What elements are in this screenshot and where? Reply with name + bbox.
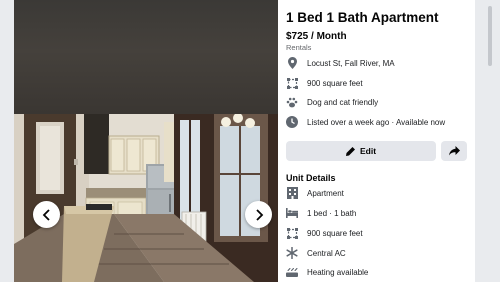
listing-category[interactable]: Rentals bbox=[286, 43, 311, 52]
listing-details-panel: 1 Bed 1 Bath Apartment $725 / Month Rent… bbox=[278, 0, 475, 282]
clock-icon bbox=[286, 116, 298, 128]
details-scrollbar[interactable] bbox=[488, 6, 492, 66]
photo-blurred-backdrop bbox=[14, 0, 278, 114]
listing-photo bbox=[14, 114, 278, 282]
pencil-icon bbox=[345, 146, 355, 156]
square-footage-text: 900 square feet bbox=[307, 78, 363, 88]
air-conditioning-row: Central AC bbox=[286, 246, 346, 260]
unit-square-footage-row: 900 square feet bbox=[286, 226, 363, 240]
previous-photo-button[interactable] bbox=[33, 201, 60, 228]
listing-price: $725 / Month bbox=[286, 31, 347, 42]
location-text: Locust St, Fall River, MA bbox=[307, 58, 395, 68]
chevron-right-icon bbox=[255, 208, 263, 221]
edit-listing-button[interactable]: Edit bbox=[286, 141, 436, 161]
square-footage-icon bbox=[286, 77, 298, 89]
snowflake-icon bbox=[286, 247, 298, 259]
photo-viewer[interactable] bbox=[14, 0, 278, 282]
unit-type-text: Apartment bbox=[307, 188, 344, 198]
listing-age-text: Listed over a week ago · Available now bbox=[307, 117, 446, 127]
next-photo-button[interactable] bbox=[245, 201, 272, 228]
share-listing-button[interactable] bbox=[441, 141, 467, 161]
unit-square-footage-text: 900 square feet bbox=[307, 228, 363, 238]
unit-type-row: Apartment bbox=[286, 186, 344, 200]
listing-age-row: Listed over a week ago · Available now bbox=[286, 115, 445, 129]
apartment-building-icon bbox=[286, 187, 298, 199]
paw-icon bbox=[286, 96, 298, 108]
bed-icon bbox=[286, 207, 298, 219]
chevron-left-icon bbox=[42, 208, 50, 221]
pet-policy-row: Dog and cat friendly bbox=[286, 95, 378, 109]
location-pin-icon bbox=[286, 57, 298, 69]
bed-bath-text: 1 bed · 1 bath bbox=[307, 208, 357, 218]
share-arrow-icon bbox=[448, 146, 460, 156]
air-conditioning-text: Central AC bbox=[307, 248, 346, 258]
square-footage-row: 900 square feet bbox=[286, 76, 363, 90]
square-footage-icon bbox=[286, 227, 298, 239]
bed-bath-row: 1 bed · 1 bath bbox=[286, 206, 356, 220]
heater-icon bbox=[286, 266, 298, 278]
unit-details-heading: Unit Details bbox=[286, 173, 336, 183]
edit-button-label: Edit bbox=[359, 146, 377, 156]
listing-title: 1 Bed 1 Bath Apartment bbox=[286, 10, 439, 25]
left-gutter bbox=[0, 0, 14, 282]
heating-row: Heating available bbox=[286, 265, 368, 279]
pet-policy-text: Dog and cat friendly bbox=[307, 97, 379, 107]
heating-text: Heating available bbox=[307, 267, 369, 277]
location-row[interactable]: Locust St, Fall River, MA bbox=[286, 56, 395, 70]
marketplace-listing-page: 1 Bed 1 Bath Apartment $725 / Month Rent… bbox=[0, 0, 500, 282]
